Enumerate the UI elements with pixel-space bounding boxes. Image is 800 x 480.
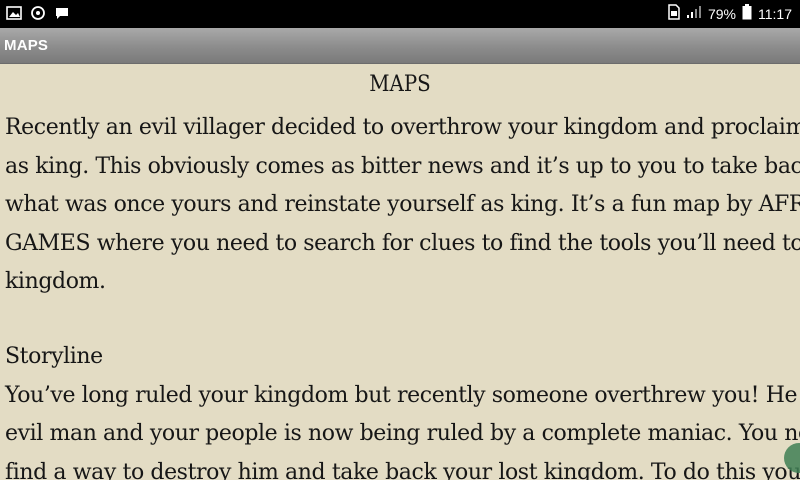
storyline-paragraph: Storyline You’ve long ruled your kingdom… bbox=[5, 338, 800, 480]
battery-icon bbox=[742, 4, 752, 23]
app-bar: MAPS bbox=[0, 28, 800, 64]
paragraph-line: kingdom. bbox=[5, 269, 106, 294]
status-icons-right: 79% 11:17 bbox=[668, 4, 792, 23]
clock: 11:17 bbox=[758, 5, 792, 22]
status-bar: 79% 11:17 bbox=[0, 0, 800, 28]
article-content[interactable]: MAPS Recently an evil villager decided t… bbox=[0, 64, 800, 480]
battery-percent: 79% bbox=[707, 5, 736, 22]
chat-icon bbox=[54, 5, 70, 21]
image-icon bbox=[6, 5, 22, 21]
paragraph-line: what was once yours and reinstate yourse… bbox=[5, 192, 800, 217]
storyline-heading: Storyline bbox=[5, 344, 103, 369]
sim-icon bbox=[668, 4, 680, 23]
signal-icon bbox=[686, 5, 702, 22]
paragraph-line: evil man and your people is now being ru… bbox=[5, 421, 800, 446]
intro-paragraph: Recently an evil villager decided to ove… bbox=[5, 109, 800, 302]
app-bar-title: MAPS bbox=[4, 37, 49, 54]
article-heading: MAPS bbox=[369, 72, 431, 97]
paragraph-line: You’ve long ruled your kingdom but recen… bbox=[5, 382, 800, 408]
sync-icon bbox=[30, 5, 46, 21]
status-icons-left bbox=[6, 5, 70, 21]
paragraph-line: find a way to destroy him and take back … bbox=[5, 459, 800, 480]
paragraph-line: Recently an evil villager decided to ove… bbox=[5, 115, 800, 140]
paragraph-line: GAMES where you need to search for clues… bbox=[5, 230, 800, 256]
paragraph-line: as king. This obviously comes as bitter … bbox=[5, 153, 800, 179]
